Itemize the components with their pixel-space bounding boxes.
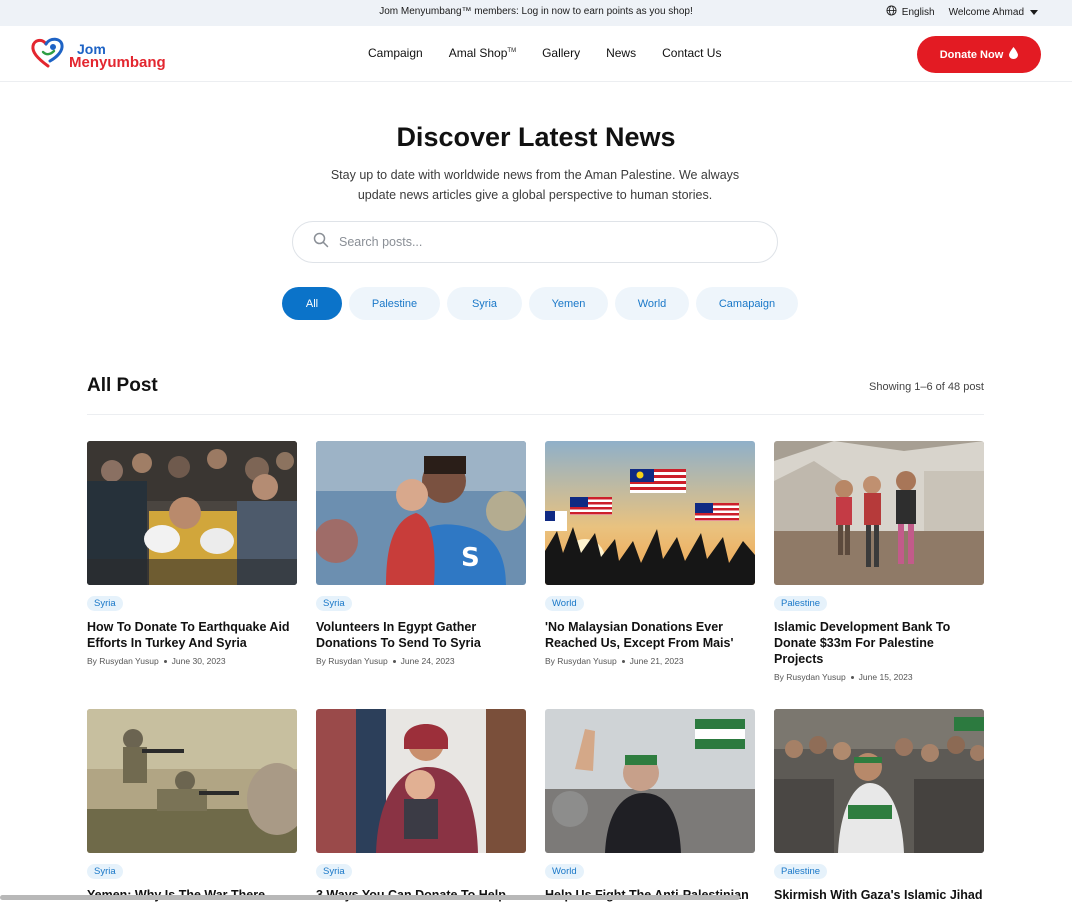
post-card[interactable]: World Help Us Fight The Anti-Palestinian [545, 709, 755, 903]
category-tag[interactable]: Palestine [774, 596, 828, 611]
post-author: By Rusydan Yusup [87, 656, 159, 666]
nav-contact[interactable]: Contact Us [662, 46, 721, 60]
category-tag[interactable]: Syria [87, 596, 123, 611]
heart-logo-icon [30, 37, 66, 74]
donate-button-label: Donate Now [939, 48, 1004, 61]
section-title: All Post [87, 375, 158, 396]
post-author: By Rusydan Yusup [774, 672, 846, 682]
post-thumbnail-volunteer-child: S [316, 441, 526, 585]
logo-wordmark: Jom Menyumbang [69, 42, 166, 70]
nav-campaign[interactable]: Campaign [368, 46, 423, 60]
category-tag[interactable]: Syria [87, 864, 123, 879]
filter-all[interactable]: All [282, 287, 342, 320]
horizontal-scrollbar[interactable] [0, 895, 740, 900]
post-thumbnail-refugee-children [774, 441, 984, 585]
nav-news[interactable]: News [606, 46, 636, 60]
search-icon [313, 232, 329, 253]
post-count: Showing 1–6 of 48 post [869, 381, 984, 393]
post-title[interactable]: 'No Malaysian Donations Ever Reached Us,… [545, 619, 755, 651]
filter-yemen[interactable]: Yemen [529, 287, 608, 320]
post-thumbnail-malaysia-flags [545, 441, 755, 585]
post-card[interactable]: World 'No Malaysian Donations Ever Reach… [545, 441, 755, 666]
site-header: Jom Menyumbang Campaign Amal ShopTM Gall… [0, 26, 1072, 82]
post-card[interactable]: S Syria Volunteers In Egypt Gather Donat… [316, 441, 526, 666]
post-card[interactable]: Syria Yemen: Why Is The War There [87, 709, 297, 903]
filter-campaign[interactable]: Camapaign [696, 287, 798, 320]
post-title[interactable]: Volunteers In Egypt Gather Donations To … [316, 619, 526, 651]
post-title[interactable]: Islamic Development Bank To Donate $33m … [774, 619, 984, 667]
droplet-icon [1009, 47, 1019, 62]
post-date: June 24, 2023 [400, 656, 455, 666]
post-card[interactable]: Syria 3 Ways You Can Donate To Help [316, 709, 526, 903]
post-title[interactable]: Skirmish With Gaza's Islamic Jihad [774, 887, 984, 903]
post-card[interactable]: Syria How To Donate To Earthquake Aid Ef… [87, 441, 297, 666]
post-card[interactable]: Palestine Skirmish With Gaza's Islamic J… [774, 709, 984, 903]
category-tag[interactable]: Syria [316, 864, 352, 879]
post-meta: By Rusydan Yusup June 24, 2023 [316, 656, 526, 666]
user-menu[interactable]: Welcome Ahmad [949, 7, 1038, 18]
page-description: Stay up to date with worldwide news from… [330, 168, 740, 202]
search-box [292, 221, 778, 263]
language-selector[interactable]: English [886, 5, 935, 19]
post-title[interactable]: How To Donate To Earthquake Aid Efforts … [87, 619, 297, 651]
post-date: June 15, 2023 [858, 672, 913, 682]
separator-dot [621, 659, 625, 663]
posts-section-header: All Post Showing 1–6 of 48 post [87, 375, 984, 415]
search-input[interactable] [339, 235, 739, 249]
caret-down-icon [1030, 9, 1038, 15]
language-label: English [901, 6, 935, 18]
main-nav: Campaign Amal ShopTM Gallery News Contac… [368, 46, 721, 60]
nav-amal-shop-label: Amal Shop [448, 46, 508, 60]
page-title: Discover Latest News [396, 122, 676, 152]
nav-gallery[interactable]: Gallery [542, 46, 580, 60]
svg-text:S: S [461, 543, 480, 573]
site-logo[interactable]: Jom Menyumbang [30, 37, 166, 74]
post-author: By Rusydan Yusup [545, 656, 617, 666]
welcome-label: Welcome Ahmad [948, 6, 1024, 18]
separator-dot [392, 659, 396, 663]
category-tag[interactable]: Syria [316, 596, 352, 611]
post-thumbnail-crowd-rally [774, 709, 984, 853]
topbar-right: English Welcome Ahmad [886, 5, 1038, 19]
post-date: June 30, 2023 [171, 656, 226, 666]
post-meta: By Rusydan Yusup June 30, 2023 [87, 656, 297, 666]
category-filters: All Palestine Syria Yemen World Camapaig… [282, 287, 798, 320]
logo-line-2: Menyumbang [69, 53, 166, 71]
announcement-bar: Jom Menyumbang™ members: Log in now to e… [0, 0, 1072, 26]
post-card[interactable]: Palestine Islamic Development Bank To Do… [774, 441, 984, 682]
separator-dot [163, 659, 167, 663]
post-thumbnail-rescue-crowd [87, 441, 297, 585]
separator-dot [850, 675, 854, 679]
category-tag[interactable]: World [545, 864, 584, 879]
post-meta: By Rusydan Yusup June 21, 2023 [545, 656, 755, 666]
post-meta: By Rusydan Yusup June 15, 2023 [774, 672, 984, 682]
nav-amal-shop[interactable]: Amal ShopTM [449, 46, 516, 60]
trademark-mark: TM [507, 48, 517, 54]
donate-now-button[interactable]: Donate Now [917, 36, 1041, 73]
filter-syria[interactable]: Syria [447, 287, 522, 320]
post-thumbnail-protester [545, 709, 755, 853]
post-thumbnail-mother-child [316, 709, 526, 853]
post-thumbnail-soldiers [87, 709, 297, 853]
category-tag[interactable]: Palestine [774, 864, 828, 879]
post-date: June 21, 2023 [629, 656, 684, 666]
globe-icon [886, 5, 897, 19]
filter-world[interactable]: World [615, 287, 689, 320]
category-tag[interactable]: World [545, 596, 584, 611]
filter-palestine[interactable]: Palestine [349, 287, 440, 320]
post-author: By Rusydan Yusup [316, 656, 388, 666]
